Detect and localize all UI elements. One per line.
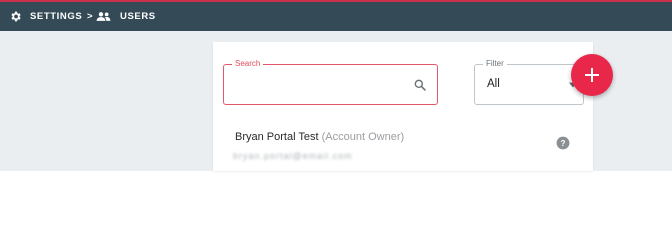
user-email: bryan.portal@email.com — [233, 151, 353, 161]
breadcrumb-separator: > — [87, 11, 94, 22]
filter-value: All — [487, 78, 500, 90]
user-name-text: Bryan Portal Test — [235, 131, 319, 143]
svg-text:?: ? — [561, 139, 566, 148]
search-field[interactable]: Search — [223, 59, 438, 105]
breadcrumb-settings[interactable]: SETTINGS — [30, 11, 82, 22]
search-label: Search — [232, 59, 264, 68]
people-icon — [96, 12, 111, 21]
plus-icon — [585, 68, 599, 82]
search-icon[interactable] — [413, 78, 427, 92]
breadcrumb-users: USERS — [120, 11, 156, 22]
user-name[interactable]: Bryan Portal Test (Account Owner) — [235, 131, 404, 143]
user-role: (Account Owner) — [321, 131, 405, 143]
help-icon[interactable]: ? — [556, 136, 570, 150]
gear-icon — [11, 11, 21, 22]
filter-select[interactable]: Filter All — [474, 59, 584, 105]
add-user-button[interactable] — [571, 54, 613, 96]
top-bar: SETTINGS > USERS — [0, 0, 672, 31]
filter-label: Filter — [483, 59, 507, 68]
